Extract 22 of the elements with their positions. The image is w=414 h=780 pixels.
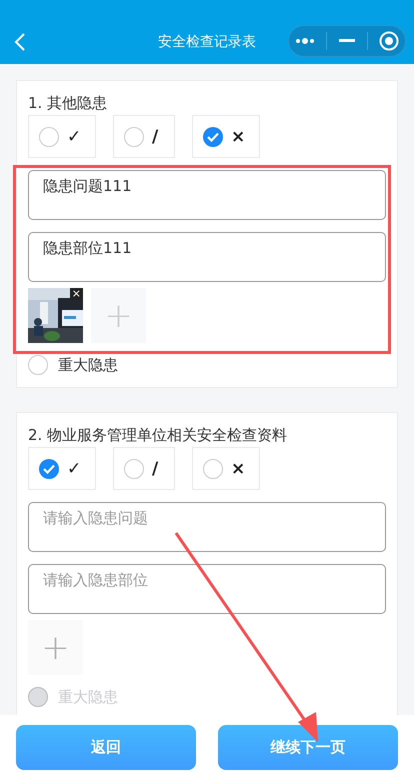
major-hazard-label: 重大隐患: [58, 356, 118, 374]
question-title: 2. 物业服务管理单位相关安全检查资料: [28, 425, 288, 445]
input-field[interactable]: 隐患问题111: [28, 170, 386, 220]
remove-button[interactable]: ×: [70, 288, 83, 300]
check-icon: [43, 464, 55, 474]
input-field[interactable]: 隐患部位111: [28, 232, 386, 282]
page-title: 安全检查记录表: [158, 33, 256, 51]
option-radio[interactable]: ✓: [28, 447, 96, 490]
input-field[interactable]: 请输入隐患部位: [28, 564, 386, 614]
option-radio[interactable]: ×: [192, 447, 260, 490]
close-icon[interactable]: [379, 31, 400, 51]
option-radio[interactable]: ✓: [28, 115, 96, 158]
back-icon[interactable]: [14, 32, 26, 52]
option-radio[interactable]: /: [113, 115, 175, 158]
check-icon: [207, 132, 219, 142]
major-hazard-radio[interactable]: [28, 355, 48, 375]
question-title: 1. 其他隐患: [28, 93, 108, 113]
input-field[interactable]: 请输入隐患问题: [28, 502, 386, 552]
option-radio[interactable]: ×: [192, 115, 260, 158]
option-radio[interactable]: /: [113, 447, 175, 490]
minimize-icon[interactable]: [338, 39, 355, 43]
more-icon[interactable]: [294, 38, 315, 44]
